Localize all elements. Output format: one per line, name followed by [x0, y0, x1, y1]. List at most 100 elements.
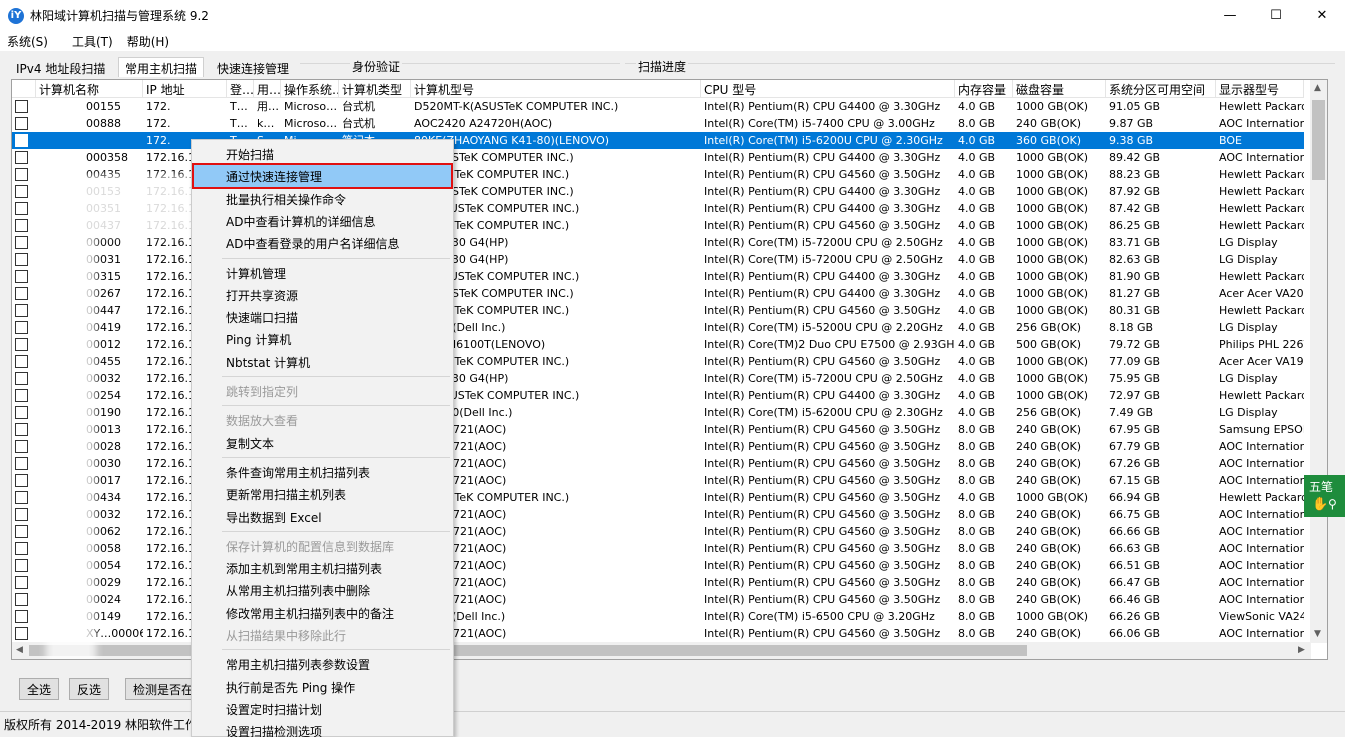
tab-ipv4-scan[interactable]: IPv4 地址段扫描: [10, 58, 111, 78]
menu-system[interactable]: 系统(S): [0, 33, 55, 50]
context-menu-item[interactable]: 执行前是否先 Ping 操作: [194, 676, 451, 698]
context-menu-item[interactable]: 通过快速连接管理: [192, 163, 453, 190]
row-checkbox[interactable]: [15, 593, 28, 606]
context-menu-item[interactable]: 设置定时扫描计划: [194, 698, 451, 720]
invert-selection-button[interactable]: 反选: [69, 678, 110, 700]
row-checkbox[interactable]: [15, 202, 28, 215]
select-all-button[interactable]: 全选: [19, 678, 60, 700]
context-menu-item[interactable]: AD中查看计算机的详细信息: [194, 210, 451, 232]
row-checkbox[interactable]: [15, 542, 28, 555]
table-cell: 21 A22721(AOC): [414, 423, 507, 436]
row-checkbox[interactable]: [15, 610, 28, 623]
row-checkbox[interactable]: [15, 389, 28, 402]
row-checkbox[interactable]: [15, 287, 28, 300]
scroll-thumb[interactable]: [29, 645, 1027, 656]
context-menu-item[interactable]: Nbtstat 计算机: [194, 351, 451, 373]
context-menu-item[interactable]: 设置扫描检测选项: [194, 720, 451, 737]
context-menu-item[interactable]: 开始扫描: [194, 143, 451, 165]
table-row[interactable]: 00888 172. T… k… Microso… 台式机 AOC2420 A24720H(…: [12, 115, 1304, 132]
row-checkbox[interactable]: [15, 168, 28, 181]
row-checkbox[interactable]: [15, 338, 28, 351]
row-checkbox[interactable]: [15, 457, 28, 470]
table-cell: 4.0 GB: [958, 338, 996, 351]
row-checkbox[interactable]: [15, 508, 28, 521]
table-cell: Hewlett Packard: [1219, 389, 1304, 402]
table-cell: 8.0 GB: [958, 474, 996, 487]
row-checkbox[interactable]: [15, 627, 28, 640]
scroll-right-icon[interactable]: ▶: [1298, 645, 1305, 655]
context-menu-item[interactable]: 计算机管理: [194, 262, 451, 284]
row-checkbox[interactable]: [15, 117, 28, 130]
row-checkbox[interactable]: [15, 355, 28, 368]
row-checkbox[interactable]: [15, 253, 28, 266]
row-checkbox[interactable]: [15, 474, 28, 487]
row-checkbox[interactable]: [15, 185, 28, 198]
row-checkbox[interactable]: [15, 576, 28, 589]
tab-quick-connect[interactable]: 快速连接管理: [211, 58, 295, 78]
column-header[interactable]: 内存容量: [955, 80, 1013, 98]
vertical-scrollbar[interactable]: ▲ ▼: [1310, 80, 1327, 643]
column-header[interactable]: 显示器型号: [1216, 80, 1304, 98]
column-header[interactable]: 操作系统…: [281, 80, 339, 98]
scroll-down-icon[interactable]: ▼: [1314, 629, 1321, 639]
row-checkbox-cell: [12, 132, 36, 149]
row-checkbox[interactable]: [15, 236, 28, 249]
row-checkbox[interactable]: [15, 525, 28, 538]
context-menu-item[interactable]: 批量执行相关操作命令: [194, 188, 451, 210]
column-header[interactable]: 用…: [254, 80, 281, 98]
menu-tools[interactable]: 工具(T): [65, 33, 120, 50]
context-menu-item[interactable]: 快速端口扫描: [194, 306, 451, 328]
row-checkbox[interactable]: [15, 372, 28, 385]
scroll-thumb[interactable]: [1312, 100, 1325, 180]
row-checkbox[interactable]: [15, 491, 28, 504]
scroll-left-icon[interactable]: ◀: [16, 645, 23, 655]
column-header[interactable]: 计算机型号: [411, 80, 701, 98]
table-cell: 4.0 GB: [958, 321, 996, 334]
ime-toolbar[interactable]: 五笔 ✋ ⚲: [1304, 475, 1345, 517]
row-checkbox[interactable]: [15, 270, 28, 283]
column-header[interactable]: CPU 型号: [701, 80, 955, 98]
row-checkbox[interactable]: [15, 440, 28, 453]
context-menu-item[interactable]: 条件查询常用主机扫描列表: [194, 461, 451, 483]
context-menu-item[interactable]: 添加主机到常用主机扫描列表: [194, 557, 451, 579]
check-online-button[interactable]: 检测是否在: [125, 678, 202, 700]
table-cell: 1000 GB(OK): [1016, 372, 1089, 385]
context-menu-item[interactable]: 复制文本: [194, 432, 451, 454]
context-menu-item[interactable]: 从常用主机扫描列表中删除: [194, 579, 451, 601]
row-checkbox[interactable]: [15, 559, 28, 572]
context-menu-item[interactable]: 导出数据到 Excel: [194, 506, 451, 528]
maximize-icon[interactable]: ☐: [1253, 0, 1299, 31]
row-checkbox[interactable]: [15, 304, 28, 317]
close-icon[interactable]: ✕: [1299, 0, 1345, 31]
row-checkbox[interactable]: [15, 100, 28, 113]
table-cell: AOC International: [1219, 117, 1304, 130]
context-menu-item[interactable]: AD中查看登录的用户名详细信息: [194, 232, 451, 254]
column-header[interactable]: 磁盘容量: [1013, 80, 1106, 98]
scroll-up-icon[interactable]: ▲: [1314, 83, 1321, 93]
row-checkbox[interactable]: [15, 151, 28, 164]
column-header[interactable]: 系统分区可用空间: [1106, 80, 1216, 98]
context-menu-item[interactable]: 打开共享资源: [194, 284, 451, 306]
column-header[interactable]: IP 地址: [143, 80, 227, 98]
context-menu-item[interactable]: 修改常用主机扫描列表中的备注: [194, 602, 451, 624]
column-header[interactable]: 计算机类型: [339, 80, 411, 98]
context-menu-item[interactable]: 常用主机扫描列表参数设置: [194, 653, 451, 675]
menu-help[interactable]: 帮助(H): [120, 33, 176, 50]
column-header[interactable]: 计算机名称: [36, 80, 143, 98]
tab-common-host-scan[interactable]: 常用主机扫描: [118, 57, 205, 77]
table-row[interactable]: 00155 172. T… 用… Microso… 台式机 D520MT-K(ASUSTeK…: [12, 98, 1304, 115]
row-checkbox[interactable]: [15, 321, 28, 334]
context-menu-item[interactable]: Ping 计算机: [194, 328, 451, 350]
row-checkbox[interactable]: [15, 219, 28, 232]
table-cell: 67.95 GB: [1109, 423, 1161, 436]
context-menu-item[interactable]: 更新常用扫描主机列表: [194, 483, 451, 505]
minimize-icon[interactable]: —: [1207, 0, 1253, 31]
row-checkbox[interactable]: [15, 406, 28, 419]
search-icon[interactable]: ⚲: [1328, 497, 1337, 511]
table-cell: AOC2420 A24720H(AOC): [414, 117, 553, 130]
table-cell: Intel(R) Core(TM) i5-7400 CPU @ 3.00GHz: [704, 117, 935, 130]
column-header[interactable]: 登…: [227, 80, 254, 98]
row-checkbox[interactable]: [15, 423, 28, 436]
row-checkbox[interactable]: [15, 134, 28, 147]
hand-icon[interactable]: ✋: [1312, 497, 1328, 512]
